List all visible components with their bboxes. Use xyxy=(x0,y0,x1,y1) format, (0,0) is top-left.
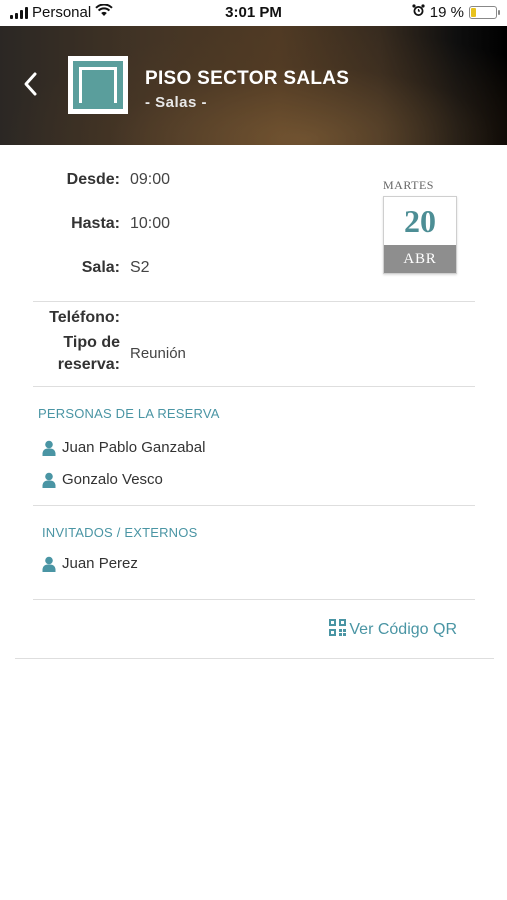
hasta-label: Hasta: xyxy=(71,215,120,232)
person-name: Gonzalo Vesco xyxy=(62,471,163,488)
sala-value: S2 xyxy=(130,259,150,276)
divider xyxy=(33,386,475,387)
status-bar: Personal 3:01 PM 19 % xyxy=(0,0,507,26)
list-item: Juan Perez xyxy=(42,555,138,572)
tipo-reserva-label-line2: reserva: xyxy=(57,356,120,373)
tipo-reserva-label-line1: Tipo de xyxy=(63,334,120,351)
date-day-name: MARTES xyxy=(383,178,434,192)
divider xyxy=(33,505,475,506)
building-icon xyxy=(73,61,123,109)
date-day-number: 20 xyxy=(404,203,436,239)
chevron-left-icon xyxy=(24,72,37,96)
person-name: Juan Perez xyxy=(62,555,138,572)
alarm-icon xyxy=(412,4,425,21)
person-icon xyxy=(42,556,56,572)
sala-label: Sala: xyxy=(81,259,120,276)
qr-code-icon xyxy=(329,619,347,641)
page-title: PISO SECTOR SALAS xyxy=(145,68,350,89)
date-month: ABR xyxy=(384,245,456,273)
battery-percent: 19 % xyxy=(429,4,464,21)
telefono-label: Teléfono: xyxy=(49,309,120,326)
battery-level xyxy=(471,8,476,17)
divider xyxy=(33,301,475,302)
desde-label: Desde: xyxy=(66,171,120,188)
desde-value: 09:00 xyxy=(130,171,171,188)
page-subtitle: - Salas - xyxy=(145,94,208,111)
guests-section-title: INVITADOS / EXTERNOS xyxy=(42,525,198,540)
divider xyxy=(33,599,475,600)
hasta-value: 10:00 xyxy=(130,215,171,232)
date-card: 20 ABR xyxy=(383,196,457,274)
person-icon xyxy=(42,440,56,456)
divider xyxy=(15,658,494,659)
list-item: Juan Pablo Ganzabal xyxy=(42,439,205,456)
back-button[interactable] xyxy=(22,70,44,100)
person-name: Juan Pablo Ganzabal xyxy=(62,439,206,456)
room-logo xyxy=(68,56,128,114)
list-item: Gonzalo Vesco xyxy=(42,471,163,488)
battery-icon xyxy=(469,6,500,19)
people-section-title: PERSONAS DE LA RESERVA xyxy=(38,406,220,421)
status-right: 19 % xyxy=(412,4,500,21)
view-qr-code-link[interactable]: Ver Código QR xyxy=(329,619,457,641)
view-qr-code-label: Ver Código QR xyxy=(349,621,457,638)
header-banner: PISO SECTOR SALAS - Salas - xyxy=(0,26,507,145)
person-icon xyxy=(42,472,56,488)
tipo-reserva-value: Reunión xyxy=(130,345,186,362)
